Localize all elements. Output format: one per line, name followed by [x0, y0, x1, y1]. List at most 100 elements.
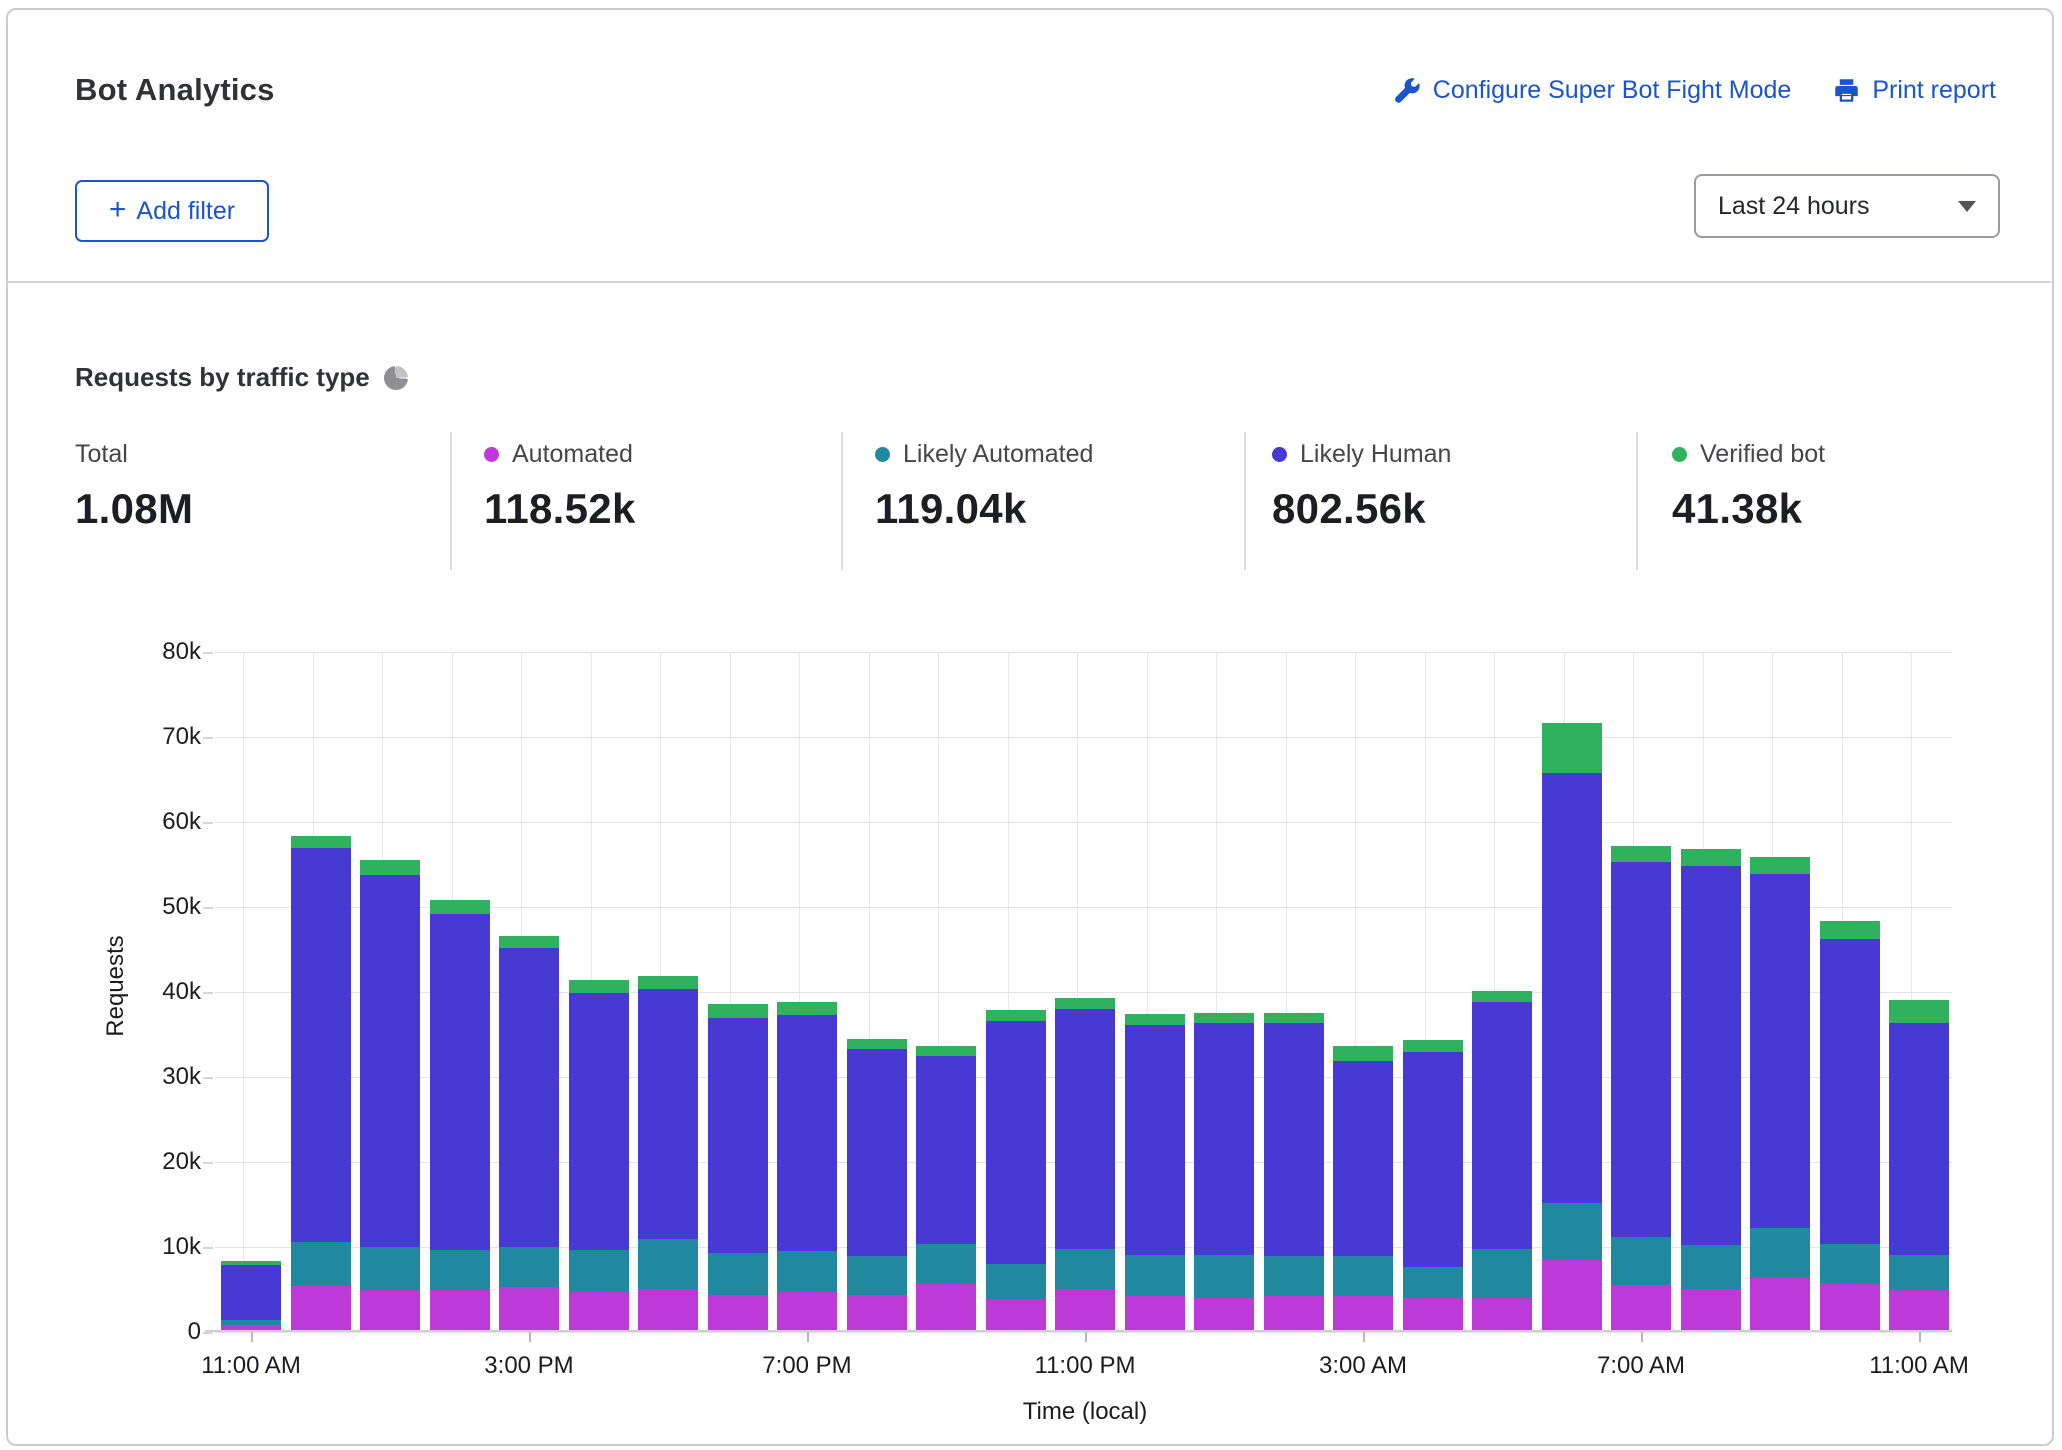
stat-value: 118.52k — [484, 485, 636, 533]
y-axis-label: 40k — [111, 978, 201, 1006]
bar-stack[interactable] — [1194, 1013, 1254, 1332]
y-axis-label: 70k — [111, 723, 201, 751]
bar-stack[interactable] — [1611, 846, 1671, 1332]
time-range-dropdown[interactable]: Last 24 hours — [1694, 174, 2000, 238]
bar-stack[interactable] — [708, 1004, 768, 1332]
bar-segment-likely-automated — [986, 1264, 1046, 1299]
bar-segment-likely-human — [1611, 862, 1671, 1237]
bar-segment-automated — [777, 1292, 837, 1332]
bar-segment-automated — [1820, 1284, 1880, 1333]
legend-dot-likely-human — [1272, 447, 1287, 462]
bar-segment-automated — [569, 1292, 629, 1332]
bar-stack[interactable] — [1333, 1046, 1393, 1332]
bar-stack[interactable] — [1403, 1040, 1463, 1332]
bar-segment-verified-bot — [569, 980, 629, 993]
bar-segment-likely-automated — [1542, 1203, 1602, 1260]
bar-stack[interactable] — [499, 936, 559, 1332]
bar-stack[interactable] — [777, 1002, 837, 1332]
bar-segment-automated — [1472, 1298, 1532, 1332]
bar-stack[interactable] — [1055, 998, 1115, 1332]
bar-segment-likely-automated — [569, 1250, 629, 1292]
stat-likely-automated: Likely Automated 119.04k — [875, 440, 1093, 533]
bar-segment-automated — [638, 1289, 698, 1332]
bar-segment-likely-human — [1403, 1052, 1463, 1266]
y-axis-label: 80k — [111, 638, 201, 666]
bar-segment-automated — [1542, 1260, 1602, 1332]
bar-stack[interactable] — [569, 980, 629, 1332]
bar-segment-likely-human — [777, 1015, 837, 1251]
section-title: Requests by traffic type — [75, 362, 408, 393]
bar-segment-verified-bot — [1750, 857, 1810, 874]
stat-label: Verified bot — [1700, 440, 1825, 469]
configure-sbfm-link[interactable]: Configure Super Bot Fight Mode — [1394, 76, 1792, 105]
bar-segment-likely-human — [1820, 939, 1880, 1243]
bar-segment-likely-automated — [1333, 1256, 1393, 1297]
bar-stack[interactable] — [1750, 857, 1810, 1332]
bar-segment-automated — [1264, 1296, 1324, 1332]
stat-value: 1.08M — [75, 485, 193, 533]
bar-segment-automated — [499, 1287, 559, 1332]
y-tick — [203, 907, 213, 909]
bar-stack[interactable] — [1820, 921, 1880, 1332]
bar-stack[interactable] — [291, 836, 351, 1332]
x-axis-label: 11:00 PM — [975, 1352, 1195, 1380]
add-filter-button[interactable]: + Add filter — [75, 180, 269, 242]
bar-segment-likely-human — [569, 993, 629, 1251]
bar-segment-verified-bot — [1333, 1046, 1393, 1061]
bar-segment-likely-automated — [291, 1242, 351, 1286]
y-tick — [203, 1077, 213, 1079]
bar-segment-likely-automated — [777, 1251, 837, 1292]
bar-segment-automated — [986, 1299, 1046, 1332]
bar-stack[interactable] — [1125, 1014, 1185, 1332]
x-tick — [1919, 1332, 1921, 1342]
bar-segment-likely-automated — [1820, 1244, 1880, 1284]
bar-stack[interactable] — [1889, 1000, 1949, 1332]
bar-segment-verified-bot — [1542, 723, 1602, 773]
bar-segment-likely-automated — [638, 1239, 698, 1289]
x-axis-label: 3:00 PM — [419, 1352, 639, 1380]
y-axis-label: 0 — [111, 1318, 201, 1346]
bar-segment-likely-human — [499, 948, 559, 1247]
bar-stack[interactable] — [1472, 991, 1532, 1332]
requests-by-traffic-type-chart — [215, 652, 1952, 1332]
page-title: Bot Analytics — [75, 72, 275, 108]
bar-stack[interactable] — [916, 1046, 976, 1332]
x-tick — [1085, 1332, 1087, 1342]
header-actions: Configure Super Bot Fight Mode Print rep… — [1394, 76, 1996, 105]
y-tick — [203, 652, 213, 654]
x-tick — [807, 1332, 809, 1342]
stat-label: Automated — [512, 440, 633, 469]
y-axis-label: 50k — [111, 893, 201, 921]
y-axis-label: 60k — [111, 808, 201, 836]
stat-value: 41.38k — [1672, 485, 1825, 533]
bar-segment-verified-bot — [1055, 998, 1115, 1009]
bar-segment-likely-human — [291, 848, 351, 1242]
bar-stack[interactable] — [360, 860, 420, 1332]
bar-segment-automated — [708, 1295, 768, 1332]
bar-stack[interactable] — [847, 1039, 907, 1332]
bar-segment-verified-bot — [638, 976, 698, 989]
bar-stack[interactable] — [638, 976, 698, 1332]
bar-segment-likely-human — [221, 1265, 281, 1320]
bar-stack[interactable] — [986, 1010, 1046, 1332]
plus-icon: + — [109, 195, 127, 225]
bar-stack[interactable] — [1542, 723, 1602, 1332]
stat-total: Total 1.08M — [75, 440, 193, 533]
bar-stack[interactable] — [430, 900, 490, 1332]
print-report-link[interactable]: Print report — [1833, 76, 1996, 105]
y-axis-label: 20k — [111, 1148, 201, 1176]
bar-stack[interactable] — [1681, 849, 1741, 1332]
bar-segment-verified-bot — [430, 900, 490, 914]
y-tick — [203, 1247, 213, 1249]
bar-stack[interactable] — [221, 1261, 281, 1332]
bar-segment-likely-human — [1194, 1023, 1254, 1255]
bar-segment-likely-automated — [1889, 1255, 1949, 1291]
bar-segment-likely-automated — [1403, 1267, 1463, 1299]
bar-segment-automated — [291, 1286, 351, 1332]
bar-segment-likely-automated — [499, 1247, 559, 1287]
bar-stack[interactable] — [1264, 1013, 1324, 1332]
configure-sbfm-label: Configure Super Bot Fight Mode — [1433, 76, 1792, 105]
bar-segment-likely-automated — [1264, 1256, 1324, 1296]
bar-segment-likely-automated — [360, 1247, 420, 1290]
bar-segment-verified-bot — [360, 860, 420, 874]
